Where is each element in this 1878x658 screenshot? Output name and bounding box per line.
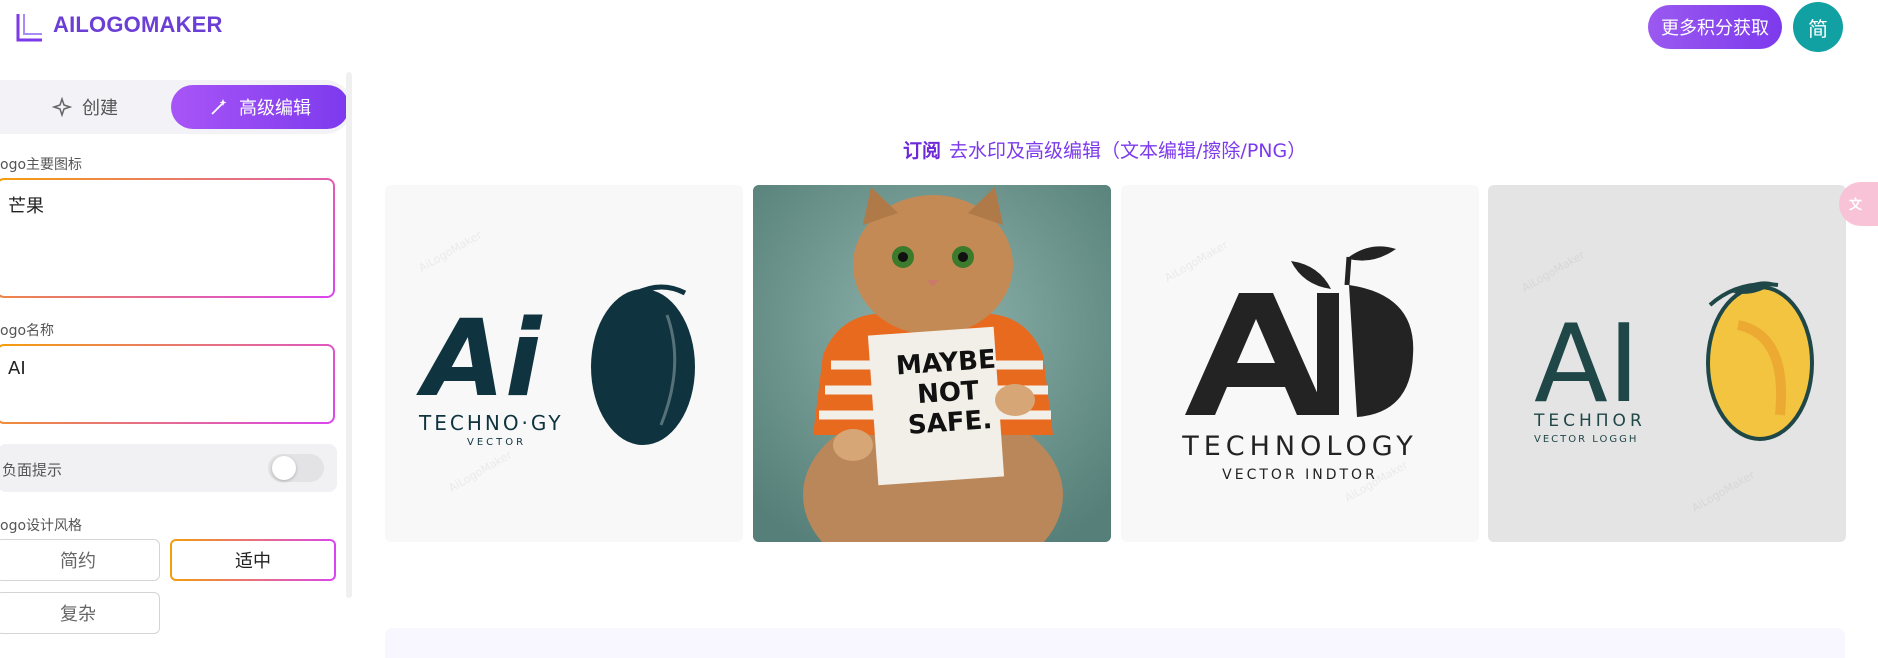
negative-prompt-label: 负面提示 [2,461,63,479]
style-label: ogo设计风格 [0,518,83,534]
logo-name-label: ogo名称 [0,323,55,339]
cat-sign-text: MAYBE NOT SAFE. [890,344,1006,441]
sidebar-scrollbar[interactable] [346,72,352,598]
logo-result-card-2[interactable]: MAYBE NOT SAFE. [753,185,1111,542]
translate-icon[interactable]: 文 [1839,182,1878,226]
style-complex-button[interactable]: 复杂 [0,592,160,634]
card-1-line1: TECHNO·GY [419,411,564,435]
subscribe-text: 去水印及高级编辑（文本编辑/擦除/PNG） [949,140,1307,162]
logo-result-card-4[interactable]: AiLogoMaker AiLogoMaker AI TECHΠOR VECTO… [1488,185,1846,542]
translate-glyph-icon: 文 [1849,197,1863,213]
logo-result-card-1[interactable]: AiLogoMaker AiLogoMaker AiLogoMaker Ai T… [385,185,743,542]
ai-apple-logo [1185,246,1414,417]
subscribe-banner[interactable]: 订阅 去水印及高级编辑（文本编辑/擦除/PNG） [903,136,1306,163]
language-button[interactable]: 简 [1793,2,1843,52]
logo-mark-icon[interactable] [16,12,44,42]
style-moderate-button[interactable]: 适中 [170,539,336,581]
card-3-line2: VECTOR INDTOR [1222,467,1378,483]
card-1-line2: VECTOR [467,437,527,448]
style-simple-button[interactable]: 简约 [0,539,160,581]
main-icon-input[interactable]: 芒果 [0,178,335,298]
tab-create[interactable]: 创建 [0,80,170,134]
tab-create-label: 创建 [82,98,118,119]
negative-prompt-toggle[interactable] [268,454,324,482]
mode-tabs: 创建 高级编辑 [0,80,352,134]
sidebar: 创建 高级编辑 ogo主要图标 芒果 ogo名称 AI 负面提示 ogo设计风格… [0,60,352,658]
toggle-knob [272,456,296,480]
ai-mango-logo-1: Ai [416,284,695,445]
app-header: AILOGOMAKER 更多积分获取 简 [0,0,1878,60]
bottom-panel [385,628,1845,658]
svg-text:AI: AI [1534,302,1640,427]
tab-advanced-edit[interactable]: 高级编辑 [171,85,349,129]
logo-name-input[interactable]: AI [0,344,335,424]
more-credits-button[interactable]: 更多积分获取 [1648,5,1782,49]
card-4-line1: TECHΠOR [1534,411,1646,431]
magic-wand-icon [211,99,227,115]
svg-text:文: 文 [1849,197,1863,213]
main-icon-label: ogo主要图标 [0,157,83,173]
subscribe-link[interactable]: 订阅 [903,140,941,162]
sparkle-icon [52,97,72,117]
card-4-line2: VECTOR LOGGH [1534,434,1639,445]
tab-advanced-label: 高级编辑 [239,98,311,119]
negative-prompt-row: 负面提示 [0,444,337,492]
card-3-line1: TECHNOLOGY [1182,431,1418,462]
logo-result-card-3[interactable]: AiLogoMaker AiLogoMaker TECHNOLOGY VECTO… [1121,185,1479,542]
ai-mango-logo-2: AI [1534,281,1814,441]
svg-text:Ai: Ai [416,297,543,420]
brand-name[interactable]: AILOGOMAKER [53,12,223,38]
